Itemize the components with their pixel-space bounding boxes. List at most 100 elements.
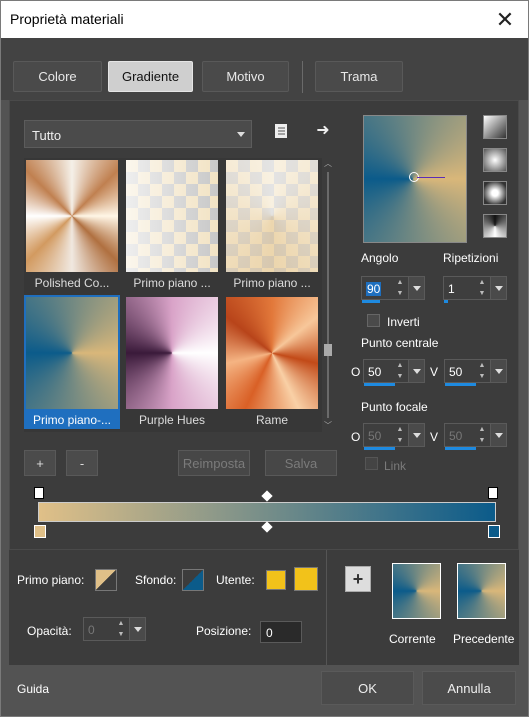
scroll-up-icon[interactable]: ︿ [324,158,332,168]
focal-v-label: V [430,430,439,444]
tab-motivo[interactable]: Motivo [202,61,289,92]
repeat-bar [444,300,448,303]
foreground-swatch[interactable] [95,569,117,591]
close-icon[interactable]: ✕ [482,1,528,38]
scroll-down-icon[interactable]: ﹀ [324,420,332,430]
spinner-arrows-icon[interactable]: ▲ ▼ [474,277,490,299]
spinner-arrows-icon[interactable]: ▲ ▼ [113,618,129,640]
repeat-value[interactable]: 1 [448,282,455,296]
thumb-label: Purple Hues [138,413,206,427]
ok-button[interactable]: OK [321,671,414,705]
color-stop-left[interactable] [34,525,46,538]
center-v-bar [445,383,476,386]
current-label: Corrente [389,632,436,646]
gradient-preview [26,297,118,409]
user-color-picker[interactable] [294,567,318,591]
gradient-thumb-fg1[interactable]: Primo piano ... [124,158,220,292]
focal-o-spinner[interactable]: 50 ▲ ▼ [363,423,425,450]
background-label: Sfondo: [135,573,177,587]
angle-spinner[interactable]: 90 ▲ ▼ [361,276,425,303]
repeat-label: Ripetizioni [443,251,499,265]
gradient-thumb-polished[interactable]: Polished Co... [24,158,120,292]
category-dropdown[interactable]: Tutto [24,120,252,148]
focal-v-value[interactable]: 50 [449,429,462,443]
gradient-thumb-purple[interactable]: Purple Hues [124,295,220,429]
gradient-thumb-fg3-selected[interactable]: Primo piano-... [24,295,120,429]
spinner-arrows-icon[interactable]: ▲ ▼ [392,424,408,446]
background-swatch[interactable] [182,569,204,591]
angle-value[interactable]: 90 [366,282,382,296]
center-v-value[interactable]: 50 [449,365,462,379]
rectangular-gradient-icon[interactable] [483,148,507,172]
position-input[interactable]: 0 [260,621,302,643]
gradient-thumb-fg2[interactable]: Primo piano ... [224,158,320,292]
spinner-arrows-icon[interactable]: ▲ ▼ [474,360,490,382]
opacity-value[interactable]: 0 [88,623,95,637]
linear-gradient-icon[interactable] [483,115,507,139]
chevron-down-icon[interactable] [490,277,506,299]
help-link[interactable]: Guida [17,682,49,696]
tab-trama[interactable]: Trama [315,61,403,92]
add-gradient-button[interactable]: + [24,450,56,476]
center-o-spinner[interactable]: 50 ▲ ▼ [363,359,425,386]
gradient-preview-large[interactable] [363,115,467,243]
spinner-arrows-icon[interactable]: ▲ ▼ [392,277,408,299]
gradient-preview [26,160,118,272]
repeat-spinner[interactable]: 1 ▲ ▼ [443,276,507,303]
sunburst-gradient-icon[interactable] [483,214,507,238]
opacity-label: Opacità: [27,624,72,638]
link-checkbox[interactable] [365,457,378,470]
remove-gradient-button[interactable]: - [66,450,98,476]
scroll-track[interactable] [327,172,329,418]
thumb-label: Polished Co... [34,276,110,290]
opacity-stop-right[interactable] [488,487,498,499]
previous-gradient-swatch[interactable] [457,563,506,619]
chevron-down-icon[interactable] [408,277,424,299]
reset-button[interactable]: Reimposta [178,450,250,476]
gradient-thumb-rame[interactable]: Rame [224,295,320,429]
save-button[interactable]: Salva [265,450,337,476]
chevron-down-icon[interactable] [129,618,145,640]
gradient-preview [126,160,218,272]
center-v-spinner[interactable]: 50 ▲ ▼ [444,359,507,386]
foreground-label: Primo piano: [17,573,85,587]
thumb-label: Primo piano ... [233,276,311,290]
invert-checkbox[interactable] [367,314,380,327]
focal-o-value[interactable]: 50 [368,429,381,443]
stop-properties-panel [9,550,519,665]
opacity-stop-left[interactable] [34,487,44,499]
bottom-divider [326,550,327,665]
gradient-list-scrollbar[interactable]: ︿ ﹀ [321,158,335,432]
gradient-editor-bar[interactable] [38,502,496,522]
gradient-preview [126,297,218,409]
focal-o-label: O [351,430,361,444]
center-o-label: O [351,365,361,379]
arrow-right-icon[interactable]: ➜ [313,121,333,141]
center-o-value[interactable]: 50 [368,365,381,379]
gradient-preview [226,297,318,409]
chevron-down-icon[interactable] [490,360,506,382]
angle-handle[interactable] [417,177,445,178]
user-swatch[interactable] [266,570,286,590]
invert-label: Inverti [387,315,420,329]
spinner-arrows-icon[interactable]: ▲ ▼ [474,424,490,446]
focal-v-spinner[interactable]: 50 ▲ ▼ [444,423,507,450]
chevron-down-icon[interactable] [408,424,424,446]
thumb-label: Primo piano ... [133,276,211,290]
library-icon[interactable] [271,123,291,143]
chevron-down-icon[interactable] [490,424,506,446]
color-stop-right[interactable] [488,525,500,538]
thumb-label: Primo piano-... [32,413,112,427]
add-swatch-icon[interactable]: + [345,566,371,592]
cancel-button[interactable]: Annulla [422,671,516,705]
title-bar: Proprietà materiali ✕ [0,0,529,38]
tab-divider [302,61,303,93]
spinner-arrows-icon[interactable]: ▲ ▼ [392,360,408,382]
tab-colore[interactable]: Colore [13,61,102,92]
current-gradient-swatch[interactable] [392,563,441,619]
tab-gradiente[interactable]: Gradiente [108,61,193,92]
radial-gradient-icon[interactable] [483,181,507,205]
opacity-spinner[interactable]: 0 ▲ ▼ [83,617,146,641]
scroll-thumb[interactable] [324,344,332,356]
chevron-down-icon[interactable] [408,360,424,382]
